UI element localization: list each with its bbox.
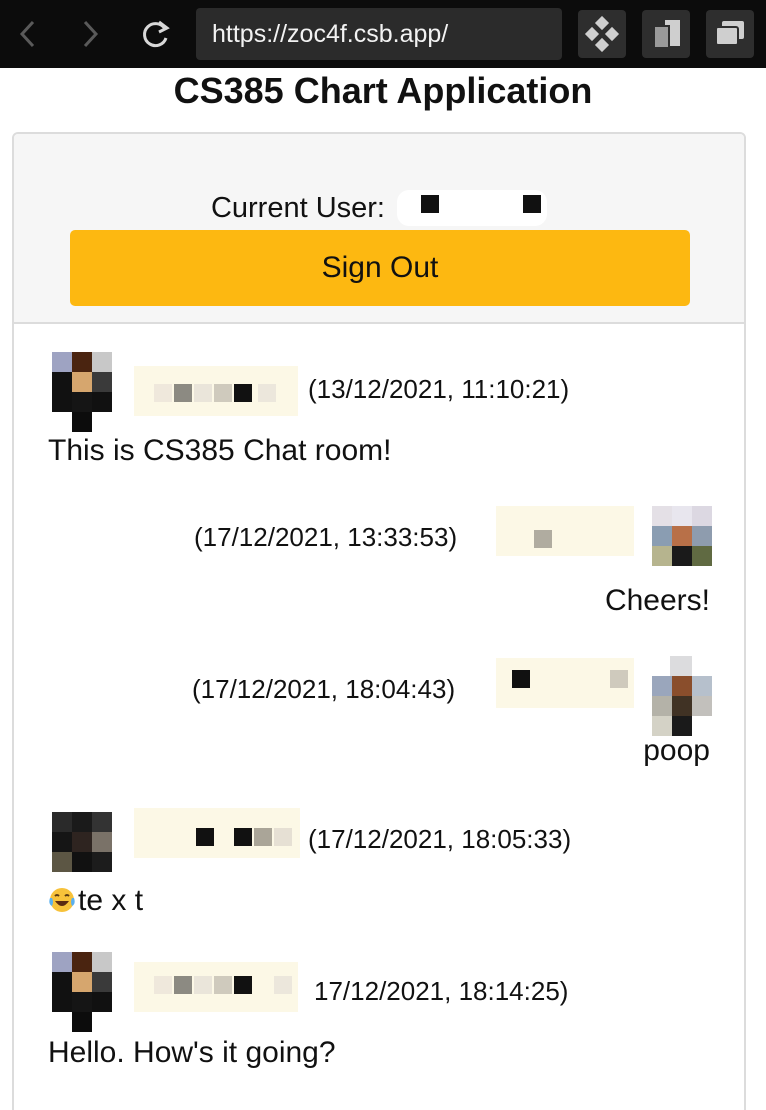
message-list: (13/12/2021, 11:10:21) This is CS385 Cha…	[14, 326, 744, 1110]
username-redacted	[134, 962, 298, 1012]
message-timestamp: (17/12/2021, 18:05:33)	[308, 824, 572, 854]
sign-out-button[interactable]: Sign Out	[70, 230, 690, 306]
extensions-icon[interactable]	[578, 10, 626, 58]
window-icon[interactable]	[706, 10, 754, 58]
user-header: Current User: Sign Out	[14, 134, 744, 324]
avatar	[652, 506, 712, 590]
message-text: Hello. How's it going?	[48, 1036, 336, 1069]
message-text-row: te x t	[48, 884, 143, 918]
current-user-label: Current User:	[210, 191, 385, 224]
message-item: 17/12/2021, 18:14:25) Hello. How's it go…	[14, 952, 744, 1072]
avatar	[52, 952, 112, 1036]
message-text: This is CS385 Chat room!	[48, 434, 392, 467]
message-text: te x t	[78, 884, 144, 917]
message-item: (17/12/2021, 13:33:53) Cheers!	[14, 506, 744, 622]
message-text: Cheers!	[604, 584, 710, 617]
address-bar[interactable]: https://zoc4f.csb.app/	[196, 8, 562, 60]
redaction-block	[523, 195, 542, 213]
forward-arrow-icon[interactable]	[70, 14, 110, 54]
username-redacted	[134, 366, 298, 416]
message-timestamp: (13/12/2021, 11:10:21)	[308, 374, 570, 404]
redaction-block	[421, 195, 440, 213]
page-title: CS385 Chart Application	[173, 70, 593, 111]
username-redacted	[134, 808, 300, 858]
message-text: poop	[643, 734, 710, 767]
username-redacted	[496, 506, 634, 556]
message-timestamp: 17/12/2021, 18:14:25)	[314, 976, 569, 1006]
face-with-tears-of-joy-icon	[49, 888, 75, 912]
message-timestamp: (17/12/2021, 18:04:43)	[192, 674, 456, 704]
message-item: (17/12/2021, 18:04:43) poop	[14, 656, 744, 772]
current-user-row: Current User:	[14, 190, 744, 226]
avatar	[52, 352, 112, 436]
url-text: https://zoc4f.csb.app/	[212, 20, 449, 48]
chat-card: Current User: Sign Out (13/12/2021, 11:1…	[12, 132, 746, 1110]
back-arrow-icon[interactable]	[8, 14, 48, 54]
avatar	[652, 656, 712, 740]
reload-icon[interactable]	[136, 14, 176, 54]
username-redacted	[496, 658, 634, 708]
current-user-name-redacted	[397, 190, 548, 226]
message-timestamp: (17/12/2021, 13:33:53)	[194, 522, 458, 552]
message-item: (13/12/2021, 11:10:21) This is CS385 Cha…	[14, 352, 744, 472]
duplicate-tab-icon[interactable]	[642, 10, 690, 58]
browser-toolbar: https://zoc4f.csb.app/	[0, 0, 766, 68]
message-item: (17/12/2021, 18:05:33) te x t	[14, 808, 744, 932]
